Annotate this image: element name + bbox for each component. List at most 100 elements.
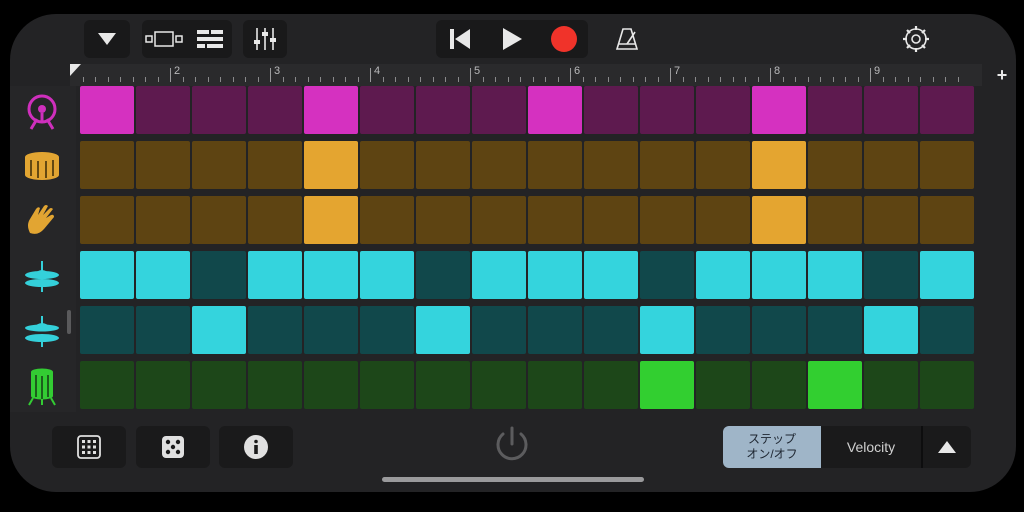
step-pad-off[interactable]: [80, 361, 134, 409]
step-pad-on[interactable]: [808, 251, 862, 299]
step-pad-off[interactable]: [808, 306, 862, 354]
step-pad-off[interactable]: [472, 196, 526, 244]
step-pad-on[interactable]: [920, 251, 974, 299]
step-pad-off[interactable]: [80, 141, 134, 189]
step-pad-off[interactable]: [136, 361, 190, 409]
step-pad-off[interactable]: [248, 141, 302, 189]
step-pad-off[interactable]: [920, 86, 974, 134]
step-pad-on[interactable]: [472, 251, 526, 299]
step-pad-off[interactable]: [192, 196, 246, 244]
step-pad-off[interactable]: [864, 196, 918, 244]
step-pad-off[interactable]: [640, 196, 694, 244]
step-pad-off[interactable]: [640, 86, 694, 134]
dropdown-button[interactable]: [84, 20, 130, 58]
step-pad-off[interactable]: [472, 306, 526, 354]
step-pad-on[interactable]: [304, 251, 358, 299]
step-pad-off[interactable]: [472, 86, 526, 134]
step-pad-off[interactable]: [584, 361, 638, 409]
mixer-button[interactable]: [243, 20, 287, 58]
step-pad-on[interactable]: [360, 251, 414, 299]
record-button[interactable]: [540, 20, 588, 58]
resize-handle[interactable]: [67, 310, 71, 334]
step-pad-off[interactable]: [528, 361, 582, 409]
step-pad-off[interactable]: [416, 361, 470, 409]
power-icon[interactable]: [490, 422, 534, 466]
step-pad-off[interactable]: [360, 306, 414, 354]
settings-button[interactable]: [894, 20, 938, 58]
hi-hat-closed-icon[interactable]: [20, 252, 64, 300]
step-pad-off[interactable]: [192, 251, 246, 299]
playhead-marker[interactable]: [70, 64, 82, 78]
tracks-view-button[interactable]: [142, 20, 188, 58]
step-pad-off[interactable]: [416, 251, 470, 299]
step-on-off-tab[interactable]: ステップ オン/オフ: [723, 426, 821, 468]
step-pad-off[interactable]: [640, 141, 694, 189]
step-pad-on[interactable]: [80, 86, 134, 134]
step-pad-off[interactable]: [864, 141, 918, 189]
step-pad-on[interactable]: [864, 306, 918, 354]
step-pad-off[interactable]: [416, 86, 470, 134]
step-pad-on[interactable]: [696, 251, 750, 299]
timeline-ruler[interactable]: 2 3 4 5 6 7 8 9: [70, 64, 982, 86]
step-pad-off[interactable]: [416, 196, 470, 244]
step-pad-on[interactable]: [752, 141, 806, 189]
step-pad-off[interactable]: [696, 306, 750, 354]
floor-tom-icon[interactable]: [20, 362, 64, 410]
step-pad-off[interactable]: [920, 306, 974, 354]
step-pad-off[interactable]: [528, 306, 582, 354]
step-pad-off[interactable]: [192, 141, 246, 189]
step-pad-on[interactable]: [640, 361, 694, 409]
step-pad-on[interactable]: [304, 86, 358, 134]
step-pad-on[interactable]: [808, 361, 862, 409]
step-pad-off[interactable]: [136, 141, 190, 189]
step-pad-off[interactable]: [920, 361, 974, 409]
hi-hat-open-icon[interactable]: [20, 307, 64, 355]
info-button[interactable]: [219, 426, 293, 468]
velocity-tab[interactable]: Velocity: [821, 426, 921, 468]
step-pad-off[interactable]: [136, 86, 190, 134]
step-pad-off[interactable]: [360, 196, 414, 244]
step-pad-off[interactable]: [136, 306, 190, 354]
step-pad-on[interactable]: [752, 196, 806, 244]
pattern-grid-button[interactable]: [52, 426, 126, 468]
step-pad-off[interactable]: [696, 196, 750, 244]
step-pad-off[interactable]: [808, 141, 862, 189]
step-pad-off[interactable]: [248, 196, 302, 244]
step-pad-off[interactable]: [304, 361, 358, 409]
arrange-view-button[interactable]: [188, 20, 232, 58]
step-pad-on[interactable]: [192, 306, 246, 354]
step-pad-on[interactable]: [416, 306, 470, 354]
step-pad-off[interactable]: [584, 86, 638, 134]
play-button[interactable]: [488, 20, 536, 58]
step-pad-off[interactable]: [584, 141, 638, 189]
step-pad-off[interactable]: [864, 86, 918, 134]
hand-clap-icon[interactable]: [20, 197, 64, 245]
step-pad-off[interactable]: [192, 361, 246, 409]
snare-drum-icon[interactable]: [20, 142, 64, 190]
step-pad-off[interactable]: [696, 141, 750, 189]
step-pad-off[interactable]: [808, 86, 862, 134]
step-pad-off[interactable]: [528, 196, 582, 244]
step-pad-off[interactable]: [80, 196, 134, 244]
step-pad-off[interactable]: [248, 361, 302, 409]
step-pad-off[interactable]: [584, 196, 638, 244]
step-pad-off[interactable]: [248, 86, 302, 134]
step-pad-on[interactable]: [584, 251, 638, 299]
step-pad-off[interactable]: [696, 86, 750, 134]
step-pad-off[interactable]: [864, 361, 918, 409]
step-pad-off[interactable]: [136, 196, 190, 244]
step-pad-on[interactable]: [752, 86, 806, 134]
step-pad-off[interactable]: [192, 86, 246, 134]
step-pad-off[interactable]: [472, 361, 526, 409]
step-pad-on[interactable]: [304, 141, 358, 189]
randomize-button[interactable]: [136, 426, 210, 468]
step-pad-on[interactable]: [528, 86, 582, 134]
step-pad-on[interactable]: [80, 251, 134, 299]
step-pad-off[interactable]: [808, 196, 862, 244]
step-pad-off[interactable]: [584, 306, 638, 354]
metronome-button[interactable]: [606, 20, 648, 58]
rewind-button[interactable]: [436, 20, 484, 58]
step-pad-off[interactable]: [752, 306, 806, 354]
step-pad-off[interactable]: [360, 361, 414, 409]
step-pad-on[interactable]: [640, 306, 694, 354]
